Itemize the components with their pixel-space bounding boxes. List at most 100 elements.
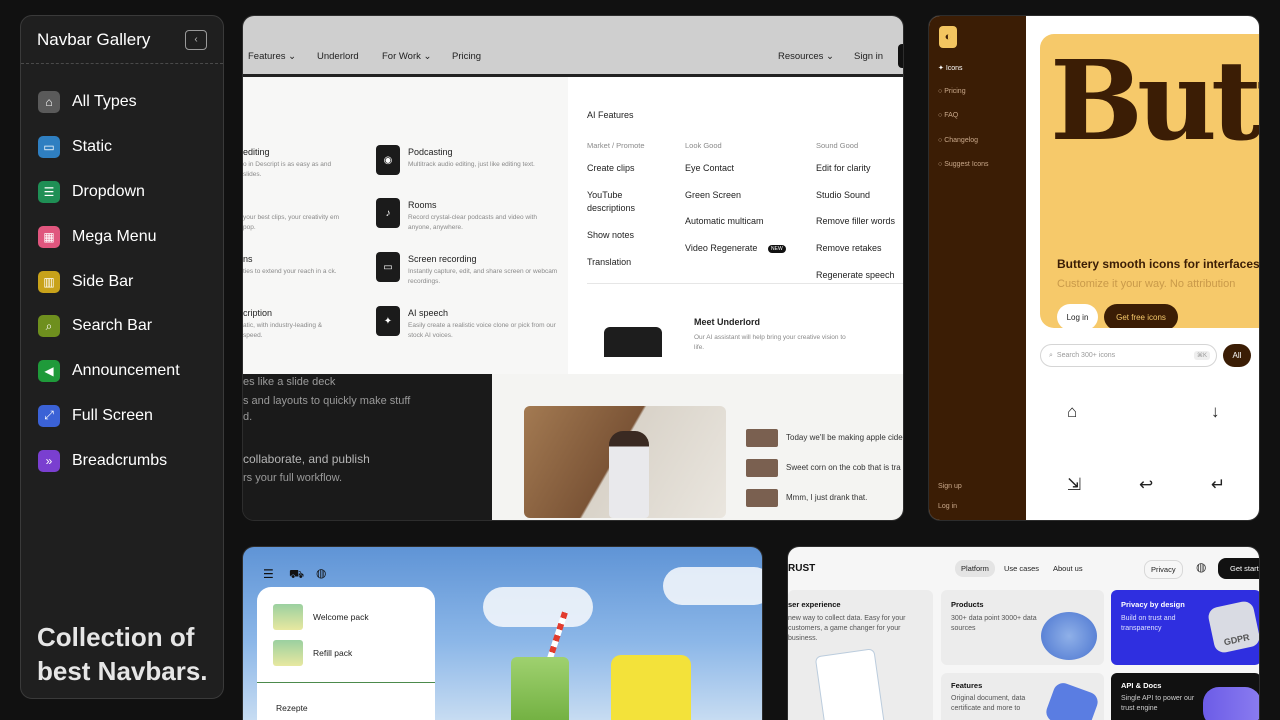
sidebar-item-static[interactable]: ▭ Static xyxy=(21,125,223,170)
dark-sidebar: ◐ ✦ Icons ○ Pricing ○ FAQ ○ Changelog ○ … xyxy=(929,16,1026,520)
cylinders-image xyxy=(1203,687,1259,720)
menu-link[interactable]: Automatic multicam xyxy=(685,216,764,226)
get-started-button: Get start xyxy=(1218,558,1259,579)
sidebar-item-all-types[interactable]: ⌂ All Types xyxy=(21,80,223,125)
menu-link[interactable]: YouTube xyxy=(587,190,622,200)
promo-desc: Our AI assistant will help bring your cr… xyxy=(694,334,846,351)
hero-wordmark: Butt xyxy=(1050,36,1259,165)
nav-link-signin: Sign in xyxy=(854,50,884,62)
feature-tile: Features Original document, data certifi… xyxy=(941,673,1104,720)
section-title: AI Features xyxy=(587,110,634,120)
transcript-line: Sweet corn on the cob that is tra xyxy=(786,463,901,472)
tile-desc: Build on trust and transparency xyxy=(1121,615,1176,632)
search-icon: ⌕ xyxy=(38,315,60,338)
tile-title: Products xyxy=(951,600,984,609)
menu-item-title: Rooms xyxy=(408,200,437,210)
sidebar-link-signup: Sign up xyxy=(938,483,962,490)
app-title: Navbar Gallery xyxy=(37,29,151,49)
sidebar-item-side-bar[interactable]: ▥ Side Bar xyxy=(21,259,223,304)
menu-item-title: Screen recording xyxy=(408,254,477,264)
hero-text: s and layouts to quickly make stuff xyxy=(243,395,411,407)
clip-thumbnail xyxy=(746,429,778,447)
microphone-icon: ♪ xyxy=(376,198,400,228)
menu-item-desc: your best clips, your creativity em pop. xyxy=(243,214,340,231)
column-heading: Look Good xyxy=(685,141,722,150)
tile-title: API & Docs xyxy=(1121,681,1162,690)
menu-item-title: ns xyxy=(243,254,253,264)
menu-link[interactable]: Remove retakes xyxy=(816,243,882,253)
menu-item-desc: Multitrack audio editing, just like edit… xyxy=(408,161,535,168)
dropdown-menu: Welcome pack Refill pack Rezepte xyxy=(257,587,435,720)
menu-link[interactable]: Green Screen xyxy=(685,190,741,200)
feature-tile: Privacy by design Build on trust and tra… xyxy=(1111,590,1259,665)
menu-item-desc: atic, with industry-leading & speed. xyxy=(243,322,323,339)
get-free-icons-button: Get free icons xyxy=(1104,304,1178,328)
nav-link-features: Features ⌄ xyxy=(248,50,297,62)
hero-headline: Buttery smooth icons for interfaces xyxy=(1057,257,1260,271)
arrow-down-left-box-icon: ⇲ xyxy=(1067,475,1082,494)
sidebar-item-label: Mega Menu xyxy=(72,227,157,245)
collapse-sidebar-icon[interactable]: ‹ xyxy=(185,29,207,50)
record-icon: ◉ xyxy=(376,145,400,175)
hero-banner: Butt Buttery smooth icons for interfaces… xyxy=(1040,34,1260,328)
transcript-line: Today we'll be making apple cide xyxy=(786,433,903,442)
menu-link[interactable]: Show notes xyxy=(587,230,634,240)
preview-card-static[interactable]: RUST Platform Use cases About us Privacy… xyxy=(787,546,1260,720)
tile-desc: new way to collect data. Easy for your c… xyxy=(788,615,906,642)
sidebar-item-label: Full Screen xyxy=(72,406,153,424)
new-badge: NEW xyxy=(768,245,786,253)
preview-card-mega-menu[interactable]: Features ⌄ Underlord For Work ⌄ Pricing … xyxy=(242,15,904,521)
sidebar-item-announcement[interactable]: ◀ Announcement xyxy=(21,349,223,394)
menu-link[interactable]: Create clips xyxy=(587,163,635,173)
menu-link[interactable]: Eye Contact xyxy=(685,163,734,173)
menu-link[interactable]: Regenerate speech xyxy=(816,270,895,280)
tile-title: ser experience xyxy=(788,600,841,609)
privacy-button: Privacy xyxy=(1144,560,1183,579)
menu-link[interactable]: Translation xyxy=(587,257,631,267)
preview-card-side-bar[interactable]: ◐ ✦ Icons ○ Pricing ○ FAQ ○ Changelog ○ … xyxy=(928,15,1260,521)
sidebar-item-mega-menu[interactable]: ▦ Mega Menu xyxy=(21,214,223,259)
hamburger-icon: ☰ xyxy=(263,567,274,581)
feature-tile: API & Docs Single API to power our trust… xyxy=(1111,673,1259,720)
menu-section: Rezepte xyxy=(276,703,308,713)
robot-illustration xyxy=(604,327,662,357)
sidebar-item-breadcrumbs[interactable]: » Breadcrumbs xyxy=(21,438,223,483)
shortcut-hint: ⌘K xyxy=(1193,351,1210,360)
sidebar-link-label: FAQ xyxy=(944,112,959,119)
product-image xyxy=(273,604,303,630)
nav-link-resources: Resources ⌄ xyxy=(778,50,835,62)
sidebar-item-full-screen[interactable]: ⤢ Full Screen xyxy=(21,394,223,439)
expand-icon: ⤢ xyxy=(38,404,60,427)
menu-link[interactable]: Remove filler words xyxy=(816,216,895,226)
column-heading: Sound Good xyxy=(816,141,859,150)
menu-link[interactable]: Edit for clarity xyxy=(816,163,871,173)
menu-item-desc: o in Descript is as easy as and slides. xyxy=(243,161,332,178)
nav-link-for-work: For Work ⌄ xyxy=(382,50,432,62)
nav-pill-about: About us xyxy=(1053,564,1083,573)
icon-search-input: ⌕ Search 300+ icons ⌘K xyxy=(1040,344,1217,367)
video-editor-preview: Today we'll be making apple cide Sweet c… xyxy=(492,374,903,520)
menu-link[interactable]: Studio Sound xyxy=(816,190,870,200)
grid-menu-icon: ▦ xyxy=(38,225,60,248)
sparkle-icon: ✦ xyxy=(376,306,400,336)
badge-image xyxy=(1043,680,1101,720)
nav-pill-platform: Platform xyxy=(955,560,995,577)
sidebar-item-label: Side Bar xyxy=(72,272,134,290)
column-heading: Market / Promote xyxy=(587,141,645,150)
tile-title: Privacy by design xyxy=(1121,600,1185,609)
menu-item-title: editing xyxy=(243,147,270,157)
menu-link[interactable]: Video Regenerate xyxy=(685,243,757,253)
search-icon: ⌕ xyxy=(1049,351,1053,359)
android-icon: ⌂ xyxy=(1067,402,1078,421)
preview-card-dropdown[interactable]: ☰ ⛟ ◍ Welcome pack Refill pack Rezepte xyxy=(242,546,763,720)
sidebar-item-dropdown[interactable]: ☰ Dropdown xyxy=(21,170,223,215)
hero-text: es like a slide deck xyxy=(243,376,336,388)
cubes-image xyxy=(1041,612,1097,660)
sidebar-item-search-bar[interactable]: ⌕ Search Bar xyxy=(21,304,223,349)
divider xyxy=(587,283,903,284)
brand-logo-icon: ◐ xyxy=(939,26,957,48)
pouch-image xyxy=(611,655,691,720)
promo-title: Meet Underlord xyxy=(694,317,761,327)
sidebar-link-pricing: ○ Pricing xyxy=(938,88,966,95)
nav-pill-use-cases: Use cases xyxy=(1004,564,1040,573)
